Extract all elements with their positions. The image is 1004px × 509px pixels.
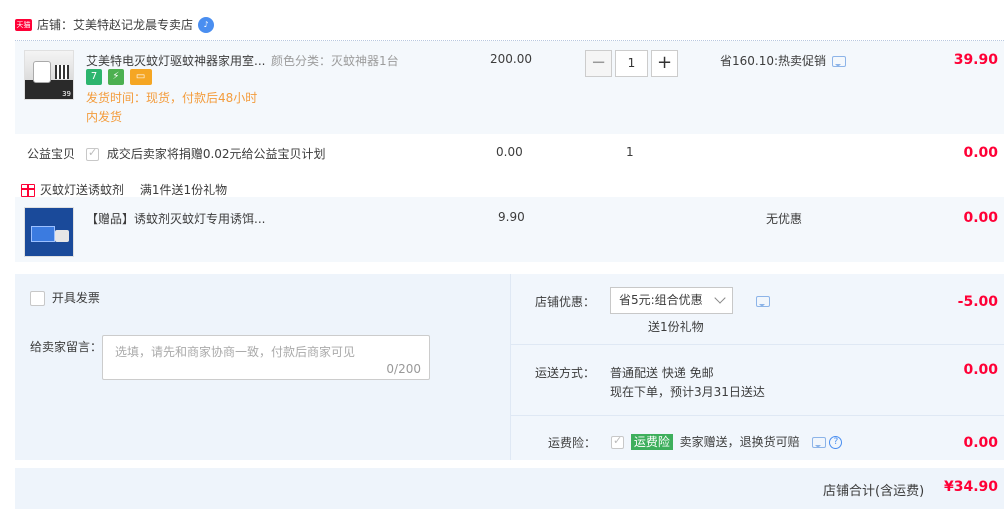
message-placeholder: 选填，请先和商家协商一致，付款后商家可见: [115, 345, 356, 359]
quantity-input[interactable]: 1: [615, 50, 648, 77]
gift-thumbnail[interactable]: [24, 207, 74, 257]
comment-icon[interactable]: [832, 56, 847, 67]
invoice-label: 开具发票: [51, 291, 100, 305]
charity-subtotal: 0.00: [963, 145, 998, 161]
promotion-info: 省160.10:热卖促销: [720, 52, 847, 69]
shop-name[interactable]: 店铺：艾美特赵记龙晨专卖店: [37, 16, 193, 33]
invoice-option: 开具发票: [30, 289, 100, 306]
increase-quantity-button[interactable]: +: [651, 50, 678, 77]
divider: [510, 344, 1004, 345]
shop-header: 天猫 店铺：艾美特赵记龙晨专卖店 ♪: [0, 0, 1004, 40]
shop-discount-sub: 送1份礼物: [648, 320, 704, 334]
gift-title-link[interactable]: 【赠品】诱蚊剂灭蚊灯专用诱饵...: [86, 210, 266, 227]
shipping-method: 普通配送 快递 免邮: [610, 366, 714, 380]
discount-comment: [750, 294, 770, 308]
thumbnail-price: 39: [62, 90, 71, 98]
insurance-label: 运费险：: [548, 436, 597, 450]
message-counter: 0/200: [386, 362, 421, 376]
gift-image-shape: [31, 226, 55, 242]
help-icon[interactable]: ?: [829, 436, 843, 449]
tmall-badge: 天猫: [15, 19, 32, 31]
shipping-label: 运送方式：: [535, 366, 596, 380]
ship-time: 发货时间：现货，付款后48小时内发货: [86, 91, 258, 124]
shipping-eta: 现在下单，预计3月31日送达: [610, 385, 765, 399]
charity-quantity: 1: [626, 145, 634, 159]
unit-price: 200.00: [490, 52, 532, 66]
decrease-quantity-button[interactable]: −: [585, 50, 612, 77]
gift-price: 9.90: [498, 210, 525, 224]
charity-text: 成交后卖家将捐赠0.02元给公益宝贝计划: [106, 147, 326, 161]
product-thumbnail[interactable]: 39: [24, 50, 74, 100]
product-image-shape: [33, 61, 51, 83]
charity-label: 公益宝贝: [27, 147, 76, 161]
divider: [510, 415, 1004, 416]
insurance-tag: 运费险: [630, 434, 673, 450]
wangwang-chat-icon[interactable]: ♪: [198, 17, 214, 33]
comment-icon[interactable]: [756, 296, 770, 307]
seven-day-return-icon[interactable]: 7: [86, 69, 102, 85]
insurance-amount: 0.00: [963, 435, 998, 451]
message-label: 给卖家留言：: [30, 340, 103, 354]
item-subtotal: 39.90: [953, 52, 998, 68]
gift-header: 灭蚊灯送诱蚊剂 满1件送1份礼物: [21, 181, 227, 198]
charity-checkbox[interactable]: [86, 146, 99, 161]
promotion-text: 省160.10:热卖促销: [720, 54, 827, 68]
charity-price: 0.00: [496, 145, 523, 159]
guarantee-icon[interactable]: ⚡: [107, 69, 124, 85]
insurance-checkbox[interactable]: [611, 434, 624, 449]
service-badges: 7 ⚡ ▭: [86, 69, 154, 87]
comment-icon[interactable]: [811, 437, 826, 448]
product-sku: 颜色分类：灭蚊神器1台: [271, 54, 399, 68]
shipping-amount: 0.00: [963, 362, 998, 378]
gift-rule: 满1件送1份礼物: [139, 183, 228, 197]
total-amount: ¥34.90: [943, 479, 998, 495]
shop-discount-label: 店铺优惠：: [535, 295, 596, 309]
qr-code-icon: [55, 65, 69, 79]
gift-icon: [21, 184, 35, 197]
insurance-option: 运费险 卖家赠送，退换货可赔 ?: [611, 433, 843, 450]
shop-discount-selected: 省5元:组合优惠: [619, 293, 703, 307]
gift-image-shape: [55, 230, 69, 242]
invoice-checkbox[interactable]: [30, 291, 45, 306]
chevron-down-icon: [714, 292, 726, 304]
gift-item-row: [15, 197, 1004, 262]
shop-discount-amount: -5.00: [957, 294, 998, 310]
insurance-text: 卖家赠送，退换货可赔: [679, 435, 800, 449]
gift-title: 灭蚊灯送诱蚊剂: [40, 183, 125, 197]
charity-option: 成交后卖家将捐赠0.02元给公益宝贝计划: [86, 145, 326, 162]
credit-card-icon[interactable]: ▭: [129, 69, 152, 85]
message-textarea[interactable]: 选填，请先和商家协商一致，付款后商家可见 0/200: [102, 335, 430, 380]
product-title-link[interactable]: 艾美特电灭蚊灯驱蚊神器家用室...: [86, 52, 266, 69]
quantity-stepper: −1 +: [585, 50, 678, 77]
total-label: 店铺合计(含运费): [823, 484, 925, 499]
shop-discount-select[interactable]: 省5元:组合优惠: [610, 287, 733, 314]
gift-promo: 无优惠: [766, 212, 803, 226]
gift-subtotal: 0.00: [963, 210, 998, 226]
